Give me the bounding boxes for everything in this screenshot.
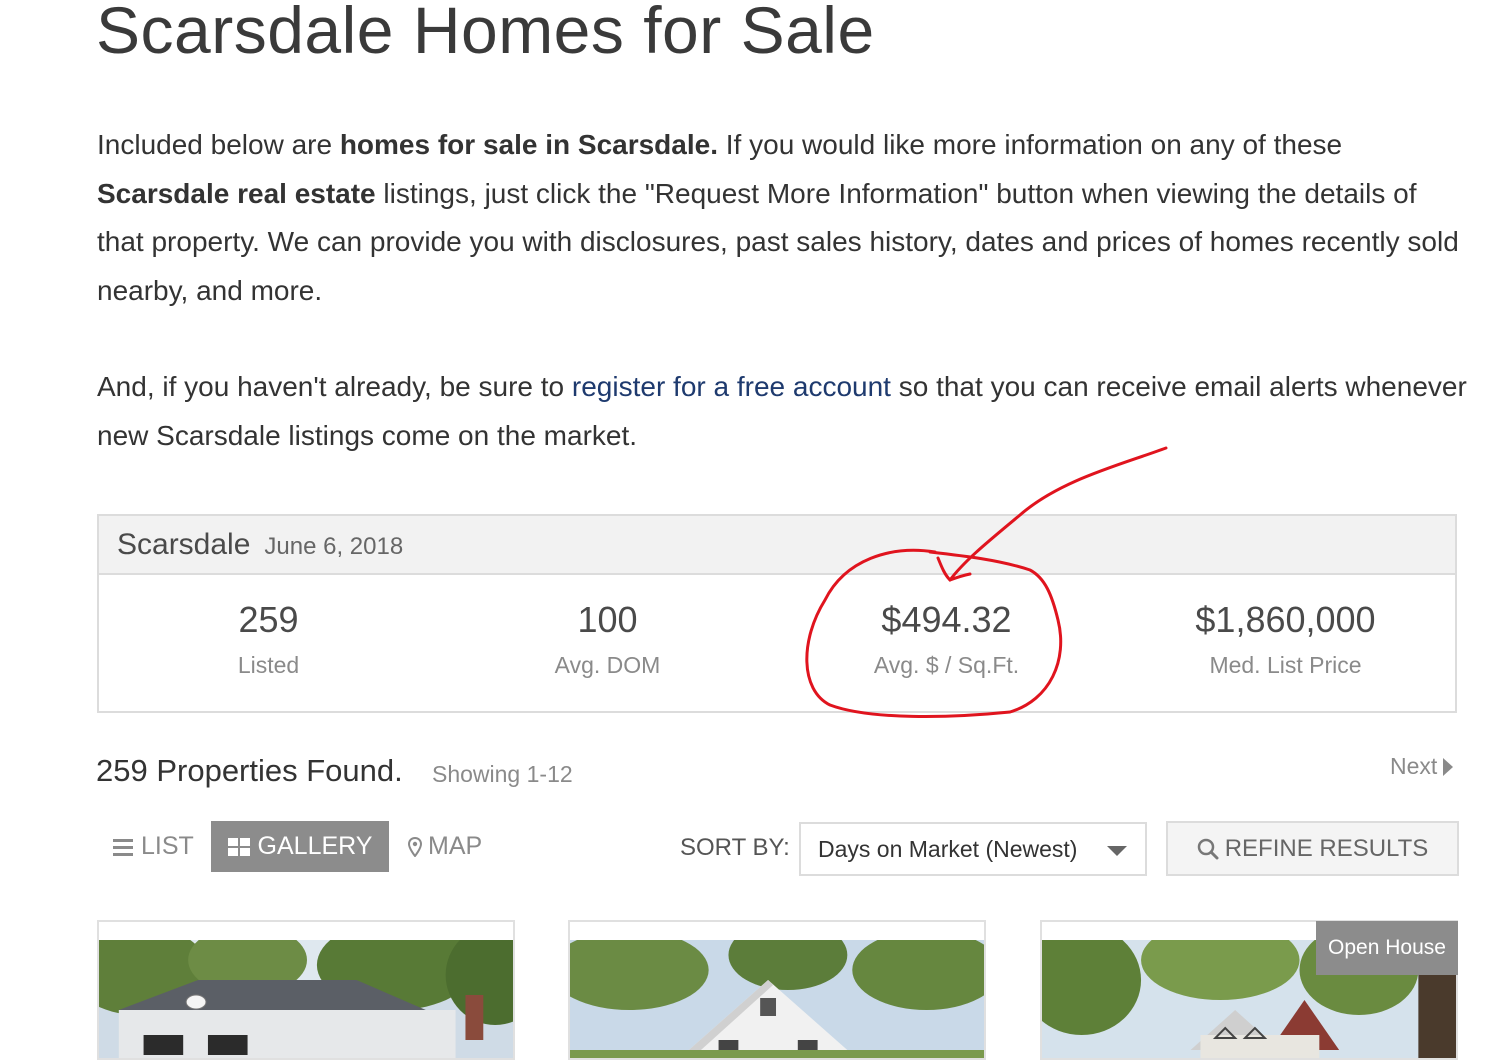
stat-label: Med. List Price (1209, 651, 1362, 678)
stat-value: $1,860,000 (1195, 598, 1376, 640)
stat-value: $494.32 (881, 598, 1012, 640)
list-icon (113, 838, 133, 856)
intro-paragraph-1: Included below are homes for sale in Sca… (97, 121, 1467, 315)
market-stats-header: Scarsdale June 6, 2018 (99, 516, 1455, 575)
stat-listed: 259 Listed (99, 575, 438, 713)
next-page-link[interactable]: Next (1390, 753, 1454, 780)
sort-select[interactable]: Days on Market (Newest) (799, 822, 1147, 876)
intro-paragraph-2: And, if you haven't already, be sure to … (97, 363, 1467, 460)
stat-median-list-price: $1,860,000 Med. List Price (1116, 575, 1455, 713)
open-house-badge: Open House (1316, 921, 1458, 975)
view-tab-list[interactable]: LIST (113, 821, 194, 872)
view-tab-map[interactable]: MAP (408, 821, 482, 872)
property-card[interactable] (568, 920, 986, 1060)
view-tab-gallery[interactable]: GALLERY (211, 821, 389, 872)
property-photo (99, 940, 513, 1058)
stat-avg-price-per-sqft: $494.32 Avg. $ / Sq.Ft. (777, 575, 1116, 713)
market-stats-panel: Scarsdale June 6, 2018 259 Listed 100 Av… (97, 514, 1457, 713)
stat-value: 100 (577, 598, 638, 640)
chevron-down-icon (1107, 846, 1127, 856)
stat-label: Listed (237, 651, 300, 678)
intro-text: Included below are homes for sale in Sca… (97, 121, 1467, 460)
refine-label: REFINE RESULTS (1224, 834, 1429, 862)
results-count: 259 Properties Found. (96, 753, 403, 788)
register-account-link[interactable]: register for a free account (572, 371, 891, 402)
grid-icon (227, 837, 250, 856)
stats-city: Scarsdale (117, 527, 251, 561)
stat-value: 259 (238, 598, 299, 640)
refine-results-button[interactable]: REFINE RESULTS (1166, 821, 1459, 876)
intro-bold-homes-for-sale: homes for sale in Scarsdale. (339, 129, 718, 160)
intro-bold-real-estate: Scarsdale real estate (97, 177, 376, 209)
intro-text-segment: Included below are (97, 129, 340, 160)
stats-row: 259 Listed 100 Avg. DOM $494.32 Avg. $ /… (99, 575, 1455, 713)
view-tab-label: LIST (141, 832, 194, 860)
stat-avg-dom: 100 Avg. DOM (438, 575, 777, 713)
map-pin-icon (408, 836, 422, 857)
results-showing-range: Showing 1-12 (432, 761, 573, 787)
view-tab-label: MAP (428, 832, 483, 860)
property-card[interactable] (97, 920, 515, 1060)
stats-date: June 6, 2018 (264, 532, 404, 560)
page-title: Scarsdale Homes for Sale (96, 0, 875, 67)
stat-label: Avg. DOM (554, 651, 661, 678)
property-photo (570, 940, 984, 1058)
sort-label: SORT BY: (680, 834, 790, 861)
next-label: Next (1390, 753, 1438, 779)
caret-right-icon (1443, 757, 1454, 776)
intro-text-segment: And, if you haven't already, be sure to (97, 371, 572, 402)
sort-selected-value: Days on Market (Newest) (818, 835, 1078, 862)
search-icon (1197, 838, 1219, 859)
intro-text-segment: If you would like more information on an… (718, 129, 1343, 160)
stat-label: Avg. $ / Sq.Ft. (873, 651, 1020, 678)
view-tab-label: GALLERY (257, 832, 373, 860)
